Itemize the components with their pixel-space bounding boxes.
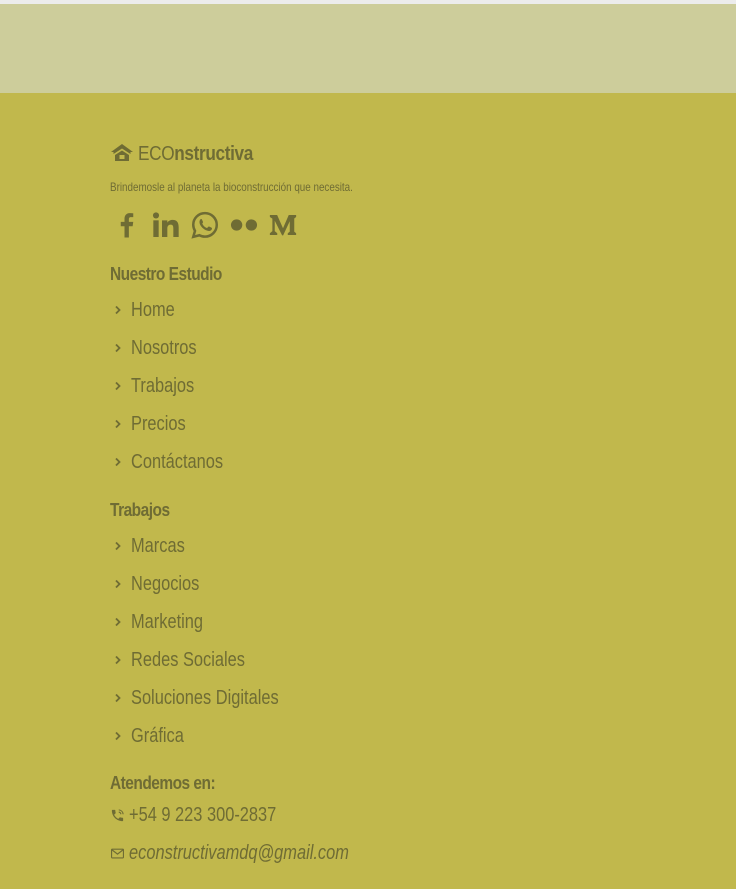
medium-link[interactable] [268,206,298,244]
footer-link-label: Contáctanos [131,450,224,473]
studio-links: Home Nosotros Trabajos Precios Contáctanos [112,291,243,481]
contact-phone[interactable]: +54 9 223 300-2837 [110,804,309,827]
contact-heading: Atendemos en: [110,773,216,793]
works-links: Marcas Negocios Marketing Redes Sociales Sol… [112,527,311,755]
linkedin-icon [152,212,179,237]
flickr-icon [230,219,258,231]
footer-link-label: Marcas [131,534,185,557]
footer-link-label: Home [131,298,175,321]
mail-icon [111,848,124,859]
email-address: econstructivamdq@gmail.com [129,842,349,864]
chevron-right-icon [115,541,121,551]
house-icon [111,144,133,161]
chevron-right-icon [115,731,121,741]
footer-link[interactable]: Marketing [112,603,311,641]
facebook-link[interactable] [112,206,142,244]
footer-link[interactable]: Contáctanos [112,443,243,481]
phone-number: +54 9 223 300-2837 [129,804,277,826]
footer-link[interactable]: Nosotros [112,329,243,367]
facebook-icon [120,213,134,238]
flickr-link[interactable] [228,206,260,244]
brand-tagline: Brindemosle al planeta la bioconstrucció… [110,180,353,194]
brand[interactable]: ECOnstructiva [110,142,272,166]
footer-link[interactable]: Soluciones Digitales [112,679,311,717]
whatsapp-icon [191,211,219,239]
chevron-right-icon [115,419,121,429]
studio-heading: Nuestro Estudio [110,264,222,284]
footer-link[interactable]: Home [112,291,243,329]
contact-email[interactable]: econstructivamdq@gmail.com [110,842,397,865]
works-heading: Trabajos [110,500,170,520]
whatsapp-link[interactable] [190,206,220,244]
linkedin-link[interactable] [150,206,182,244]
footer-link[interactable]: Gráfica [112,717,311,755]
footer-link-label: Nosotros [131,336,197,359]
chevron-right-icon [115,381,121,391]
footer-link-label: Gráfica [131,724,184,747]
footer-link[interactable]: Negocios [112,565,311,603]
brand-name: ECOnstructiva [138,142,254,165]
footer-link[interactable]: Marcas [112,527,311,565]
chevron-right-icon [115,693,121,703]
chevron-right-icon [115,617,121,627]
footer-link-label: Marketing [131,610,204,633]
footer-link-label: Soluciones Digitales [131,686,279,709]
medium-icon [269,215,297,236]
chevron-right-icon [115,655,121,665]
footer: ECOnstructiva Brindemosle al planeta la … [0,93,736,889]
phone-icon [111,809,124,822]
footer-link-label: Redes Sociales [131,648,245,671]
footer-link-label: Negocios [131,572,200,595]
chevron-right-icon [115,579,121,589]
chevron-right-icon [115,457,121,467]
top-band [0,4,736,93]
footer-link[interactable]: Redes Sociales [112,641,311,679]
chevron-right-icon [115,343,121,353]
footer-link[interactable]: Trabajos [112,367,243,405]
chevron-right-icon [115,305,121,315]
social-links [112,206,306,244]
footer-link-label: Trabajos [131,374,195,397]
footer-link-label: Precios [131,412,186,435]
footer-link[interactable]: Precios [112,405,243,443]
